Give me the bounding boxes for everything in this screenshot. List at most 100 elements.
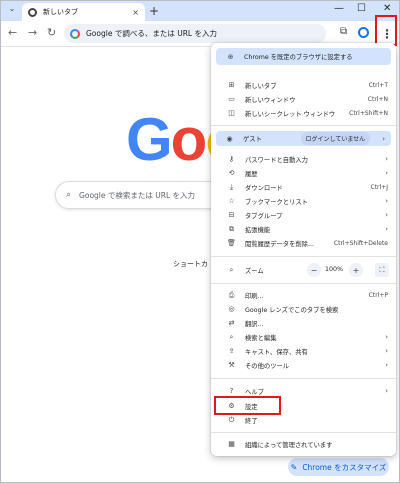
menu-item-clear-browsing-data[interactable]: 🗑 閲覧履歴データを削除... Ctrl+Shift+Delete bbox=[211, 237, 396, 249]
menu-item-label: Chrome を既定のブラウザに設定する bbox=[244, 54, 353, 61]
chevron-right-icon: › bbox=[385, 347, 388, 355]
menu-item-more-tools[interactable]: ⚒ その他のツール › bbox=[211, 359, 396, 371]
menu-item-shortcut: Ctrl+Shift+N bbox=[349, 109, 388, 117]
tab-close-icon[interactable]: × bbox=[132, 8, 139, 17]
menu-item-extensions[interactable]: ⧉ 拡張機能 › bbox=[211, 223, 396, 235]
chevron-right-icon: › bbox=[385, 155, 388, 163]
menu-item-label: 拡張機能 bbox=[245, 226, 271, 234]
find-icon: ⌕ bbox=[229, 332, 234, 341]
browser-window: ⌄ 新しいタブ × + — ☐ ✕ ← → ↻ Google で調べる、または … bbox=[0, 0, 400, 483]
star-icon: ☆ bbox=[228, 197, 235, 205]
menu-item-bookmarks[interactable]: ☆ ブックマークとリスト › bbox=[211, 195, 396, 207]
organization-icon: ▦ bbox=[228, 440, 235, 448]
menu-item-label: ダウンロード bbox=[245, 184, 283, 192]
menu-divider bbox=[211, 378, 396, 379]
menu-item-history[interactable]: ⟲ 履歴 › bbox=[211, 167, 396, 179]
menu-divider bbox=[211, 125, 396, 126]
menu-item-shortcut: Ctrl+J bbox=[370, 183, 388, 191]
customize-chrome-button[interactable]: ✎ Chrome をカスタマイズ bbox=[288, 458, 389, 476]
menu-item-set-default-browser[interactable]: ⊕ Chrome を既定のブラウザに設定する bbox=[216, 48, 391, 65]
chrome-menu: ⊕ Chrome を既定のブラウザに設定する ⊞ 新しいタブ Ctrl+T ▭ … bbox=[211, 43, 396, 456]
chevron-right-icon: › bbox=[385, 361, 388, 369]
zoom-out-button[interactable]: − bbox=[307, 263, 321, 277]
menu-item-downloads[interactable]: ⤓ ダウンロード Ctrl+J bbox=[211, 181, 396, 193]
download-icon: ⤓ bbox=[229, 182, 234, 191]
back-button[interactable]: ← bbox=[8, 26, 17, 39]
menu-item-label: タブグループ bbox=[245, 212, 283, 220]
menu-item-new-tab[interactable]: ⊞ 新しいタブ Ctrl+T bbox=[211, 79, 396, 91]
zoom-icon: ⌕ bbox=[229, 265, 234, 274]
zoom-level: 100% bbox=[325, 266, 344, 273]
menu-item-shortcut: Ctrl+P bbox=[368, 291, 388, 299]
chevron-right-icon: › bbox=[385, 225, 388, 233]
trash-icon: 🗑 bbox=[227, 239, 236, 247]
chevron-right-icon: › bbox=[385, 333, 388, 341]
menu-divider bbox=[211, 256, 396, 257]
address-bar[interactable]: Google で調べる、または URL を入力 bbox=[64, 24, 326, 43]
chevron-right-icon: › bbox=[385, 387, 388, 395]
menu-divider bbox=[211, 432, 396, 433]
minimize-button[interactable]: — bbox=[334, 3, 344, 14]
reload-button[interactable]: ↻ bbox=[47, 26, 56, 39]
menu-item-label: 履歴 bbox=[245, 170, 258, 178]
fullscreen-button[interactable]: ⛶ bbox=[375, 263, 389, 277]
menu-item-google-lens[interactable]: ◎ Google レンズでこのタブを検索 bbox=[211, 303, 396, 315]
customize-chrome-label: Chrome をカスタマイズ bbox=[302, 462, 387, 472]
close-window-button[interactable]: ✕ bbox=[383, 3, 391, 14]
tab-title: 新しいタブ bbox=[43, 8, 78, 16]
ntp-search-placeholder: Google で検索または URL を入力 bbox=[79, 190, 196, 200]
new-tab-button[interactable]: + bbox=[149, 4, 159, 18]
menu-item-incognito[interactable]: ◫ 新しいシークレット ウィンドウ Ctrl+Shift+N bbox=[211, 107, 396, 119]
menu-item-shortcut: Ctrl+T bbox=[368, 81, 388, 89]
menu-item-label: キャスト、保存、共有 bbox=[245, 348, 308, 356]
tab-strip: ⌄ 新しいタブ × + — ☐ ✕ bbox=[1, 1, 399, 21]
maximize-button[interactable]: ☐ bbox=[357, 3, 366, 14]
chevron-right-icon: › bbox=[385, 211, 388, 219]
menu-item-new-window[interactable]: ▭ 新しいウィンドウ Ctrl+N bbox=[211, 93, 396, 105]
chevron-right-icon: › bbox=[385, 197, 388, 205]
menu-item-zoom: ⌕ ズーム bbox=[211, 264, 396, 276]
menu-item-find-edit[interactable]: ⌕ 検索と編集 › bbox=[211, 331, 396, 343]
tab-search-button[interactable]: ⌄ bbox=[6, 4, 18, 16]
search-icon: ⌕ bbox=[66, 190, 72, 200]
profile-icon: ◉ bbox=[226, 134, 233, 143]
tab-new-tab[interactable]: 新しいタブ × bbox=[22, 3, 145, 21]
menu-item-shortcut: Ctrl+Shift+Delete bbox=[333, 239, 388, 247]
window-icon: ▭ bbox=[228, 95, 235, 103]
share-icon: ⇪ bbox=[228, 347, 235, 355]
menu-item-managed-by-organization[interactable]: ▦ 組織によって管理されています bbox=[211, 438, 396, 450]
zoom-in-button[interactable]: + bbox=[349, 263, 363, 277]
tab-groups-icon: ⊟ bbox=[228, 211, 235, 219]
menu-divider bbox=[211, 283, 396, 284]
menu-item-translate[interactable]: ⇄ 翻訳... bbox=[211, 317, 396, 329]
chrome-icon: ⊕ bbox=[227, 52, 234, 61]
settings-highlight bbox=[214, 396, 281, 415]
menu-item-label: 翻訳... bbox=[245, 320, 264, 328]
menu-item-guest-profile[interactable]: ◉ ゲスト ログインしていません › bbox=[216, 131, 391, 146]
forward-button[interactable]: → bbox=[28, 26, 37, 39]
menu-item-passwords[interactable]: ⚷ パスワードと自動入力 › bbox=[211, 153, 396, 165]
puzzle-icon: ⧉ bbox=[229, 224, 234, 233]
google-icon bbox=[70, 28, 80, 39]
menu-item-label: 新しいシークレット ウィンドウ bbox=[245, 110, 336, 118]
menu-item-label: パスワードと自動入力 bbox=[245, 156, 308, 164]
help-icon: ? bbox=[229, 387, 234, 395]
menu-item-label: 新しいウィンドウ bbox=[245, 96, 296, 104]
chevron-right-icon: › bbox=[385, 169, 388, 177]
lens-icon: ◎ bbox=[228, 305, 235, 313]
profile-avatar[interactable] bbox=[358, 27, 369, 38]
menu-item-exit[interactable]: ⏻ 終了 bbox=[211, 414, 396, 426]
chevron-right-icon: › bbox=[382, 134, 385, 143]
menu-item-label: ヘルプ bbox=[245, 388, 264, 396]
menu-item-cast-save-share[interactable]: ⇪ キャスト、保存、共有 › bbox=[211, 345, 396, 357]
menu-item-print[interactable]: ⎙ 印刷... Ctrl+P bbox=[211, 289, 396, 301]
chrome-favicon-icon bbox=[28, 7, 37, 17]
tools-icon: ⚒ bbox=[228, 361, 235, 369]
address-bar-placeholder: Google で調べる、または URL を入力 bbox=[86, 29, 217, 38]
menu-item-label: 閲覧履歴データを削除... bbox=[245, 240, 314, 248]
print-icon: ⎙ bbox=[228, 290, 235, 299]
menu-item-tab-groups[interactable]: ⊟ タブグループ › bbox=[211, 209, 396, 221]
menu-item-label: ブックマークとリスト bbox=[245, 198, 308, 206]
menu-button-highlight bbox=[375, 15, 397, 46]
extensions-button[interactable]: ⧉ bbox=[340, 26, 347, 37]
